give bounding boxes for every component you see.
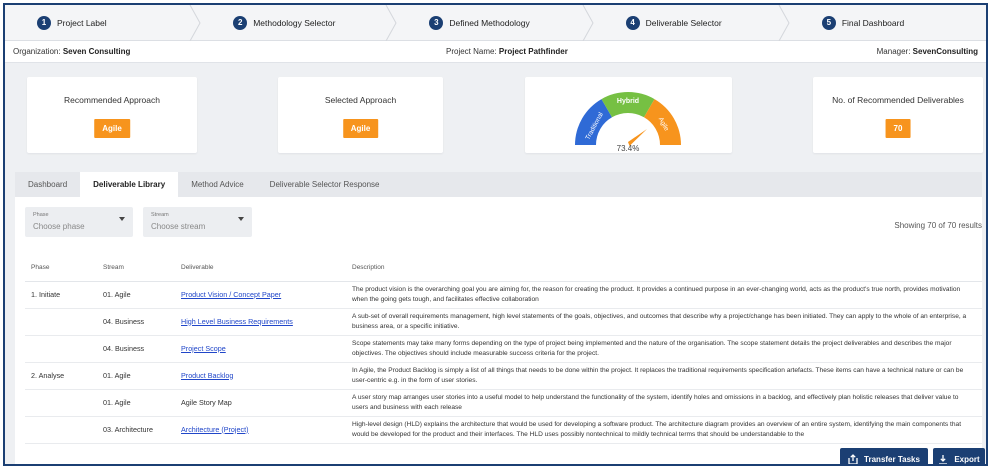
tab-bar: Dashboard Deliverable Library Method Adv… [15, 172, 982, 197]
column-header-description: Description [346, 255, 982, 282]
cell-description: Scope statements may take many forms dep… [346, 335, 982, 363]
step-methodology-selector[interactable]: 2 Methodology Selector [201, 5, 397, 41]
step-number: 3 [429, 15, 444, 30]
cell-stream: 01. Agile [97, 362, 175, 390]
recommended-deliverables-card: No. of Recommended Deliverables 70 [813, 77, 983, 153]
column-header-deliverable: Deliverable [175, 255, 346, 282]
export-label: Export [954, 454, 980, 464]
step-defined-methodology[interactable]: 3 Defined Methodology [397, 5, 594, 41]
deliverables-count-badge: 70 [885, 119, 911, 138]
manager-info: Manager: SevenConsulting [876, 47, 978, 56]
organization-info: Organization: Seven Consulting [13, 47, 131, 56]
gauge-label-hybrid: Hybrid [617, 98, 639, 105]
table-row: 03. Architecture Architecture (Project) … [25, 416, 982, 444]
cell-phase [25, 335, 97, 363]
card-title: Recommended Approach [64, 95, 160, 105]
step-label: Deliverable Selector [645, 17, 722, 28]
project-name: Project Pathfinder [498, 47, 568, 56]
phase-dropdown-placeholder: Choose phase [33, 222, 85, 231]
gauge-value: 73.4% [617, 144, 640, 153]
step-label: Methodology Selector [253, 17, 336, 28]
approach-gauge: Traditional Hybrid Agile 73.4% [575, 91, 681, 153]
cell-description: A sub-set of overall requirements manage… [346, 308, 982, 336]
chevron-down-icon [119, 217, 125, 221]
cell-description: A user story map arranges user stories i… [346, 389, 982, 417]
cell-description: High-level design (HLD) explains the arc… [346, 416, 982, 444]
column-header-stream: Stream [97, 255, 175, 282]
tab-dashboard[interactable]: Dashboard [15, 172, 80, 197]
cell-stream: 04. Business [97, 335, 175, 363]
card-title: No. of Recommended Deliverables [832, 95, 964, 105]
deliverable-link[interactable]: Architecture (Project) [181, 425, 249, 434]
chevron-right-icon [189, 5, 201, 41]
cell-description: The product vision is the overarching go… [346, 281, 982, 309]
cell-stream: 04. Business [97, 308, 175, 336]
export-button[interactable]: Export [933, 448, 985, 464]
app-frame: 1 Project Label 2 Methodology Selector 3… [3, 3, 988, 466]
approach-gauge-card: Traditional Hybrid Agile 73.4% [525, 77, 732, 153]
step-label: Project Label [57, 17, 107, 28]
card-title: Selected Approach [324, 95, 397, 105]
chevron-right-icon [385, 5, 397, 41]
deliverable-library-panel: Phase Choose phase Stream Choose stream … [15, 197, 982, 464]
cell-stream: 01. Agile [97, 281, 175, 309]
chevron-right-icon [778, 5, 790, 41]
table-row: 04. Business High Level Business Require… [25, 308, 982, 336]
organization-name: Seven Consulting [62, 47, 131, 56]
results-count: Showing 70 of 70 results [894, 221, 982, 230]
selected-approach-card: Selected Approach Agile [278, 77, 443, 153]
tab-deliverable-selector-response[interactable]: Deliverable Selector Response [257, 172, 393, 197]
transfer-tasks-label: Transfer Tasks [864, 454, 920, 464]
manager-name: SevenConsulting [912, 47, 978, 56]
stream-dropdown[interactable]: Stream Choose stream [143, 207, 252, 237]
deliverable-link[interactable]: Project Scope [181, 344, 226, 353]
transfer-tasks-button[interactable]: Transfer Tasks [840, 448, 928, 464]
step-number: 1 [37, 15, 51, 30]
cell-stream: 03. Architecture [97, 416, 175, 444]
stream-dropdown-label: Stream [151, 212, 169, 218]
tab-deliverable-library[interactable]: Deliverable Library [80, 172, 179, 197]
step-deliverable-selector[interactable]: 4 Deliverable Selector [594, 5, 790, 41]
step-number: 2 [233, 15, 248, 30]
stream-dropdown-placeholder: Choose stream [151, 222, 206, 231]
table-row: 2. Analyse 01. Agile Product Backlog In … [25, 362, 982, 390]
table-row: 1. Initiate 01. Agile Product Vision / C… [25, 281, 982, 309]
chevron-right-icon [582, 5, 594, 41]
phase-dropdown-label: Phase [33, 212, 49, 218]
recommended-approach-badge: Agile [94, 119, 130, 138]
project-info: Project Name: Project Pathfinder [446, 47, 568, 56]
deliverable-link[interactable]: High Level Business Requirements [181, 317, 293, 326]
phase-dropdown[interactable]: Phase Choose phase [25, 207, 133, 237]
step-number: 4 [625, 15, 640, 30]
step-project-label[interactable]: 1 Project Label [5, 5, 201, 41]
cell-phase: 1. Initiate [25, 281, 97, 309]
deliverable-link[interactable]: Product Backlog [181, 371, 233, 380]
table-row: 01. Agile Agile Story Map A user story m… [25, 389, 982, 417]
chevron-down-icon [238, 217, 244, 221]
transfer-icon [848, 453, 858, 464]
selected-approach-badge: Agile [342, 119, 379, 138]
cell-phase [25, 308, 97, 336]
step-label: Final Dashboard [841, 17, 905, 28]
column-header-phase: Phase [25, 255, 97, 282]
tab-method-advice[interactable]: Method Advice [178, 172, 256, 197]
project-info-bar: Organization: Seven Consulting Project N… [5, 41, 986, 63]
deliverable-link[interactable]: Product Vision / Concept Paper [181, 290, 281, 299]
deliverable-name: Agile Story Map [175, 389, 346, 417]
cell-phase [25, 416, 97, 444]
cell-phase: 2. Analyse [25, 362, 97, 390]
table-row: 04. Business Project Scope Scope stateme… [25, 335, 982, 363]
stepper: 1 Project Label 2 Methodology Selector 3… [5, 5, 986, 41]
recommended-approach-card: Recommended Approach Agile [27, 77, 197, 153]
table-header-row: Phase Stream Deliverable Description [25, 255, 982, 282]
deliverables-table: Phase Stream Deliverable Description 1. … [25, 255, 982, 444]
cell-description: In Agile, the Product Backlog is simply … [346, 362, 982, 390]
step-label: Defined Methodology [449, 17, 530, 28]
download-icon [939, 454, 948, 464]
cell-phase [25, 389, 97, 417]
step-number: 5 [821, 15, 836, 30]
step-final-dashboard[interactable]: 5 Final Dashboard [790, 5, 986, 40]
cell-stream: 01. Agile [97, 389, 175, 417]
